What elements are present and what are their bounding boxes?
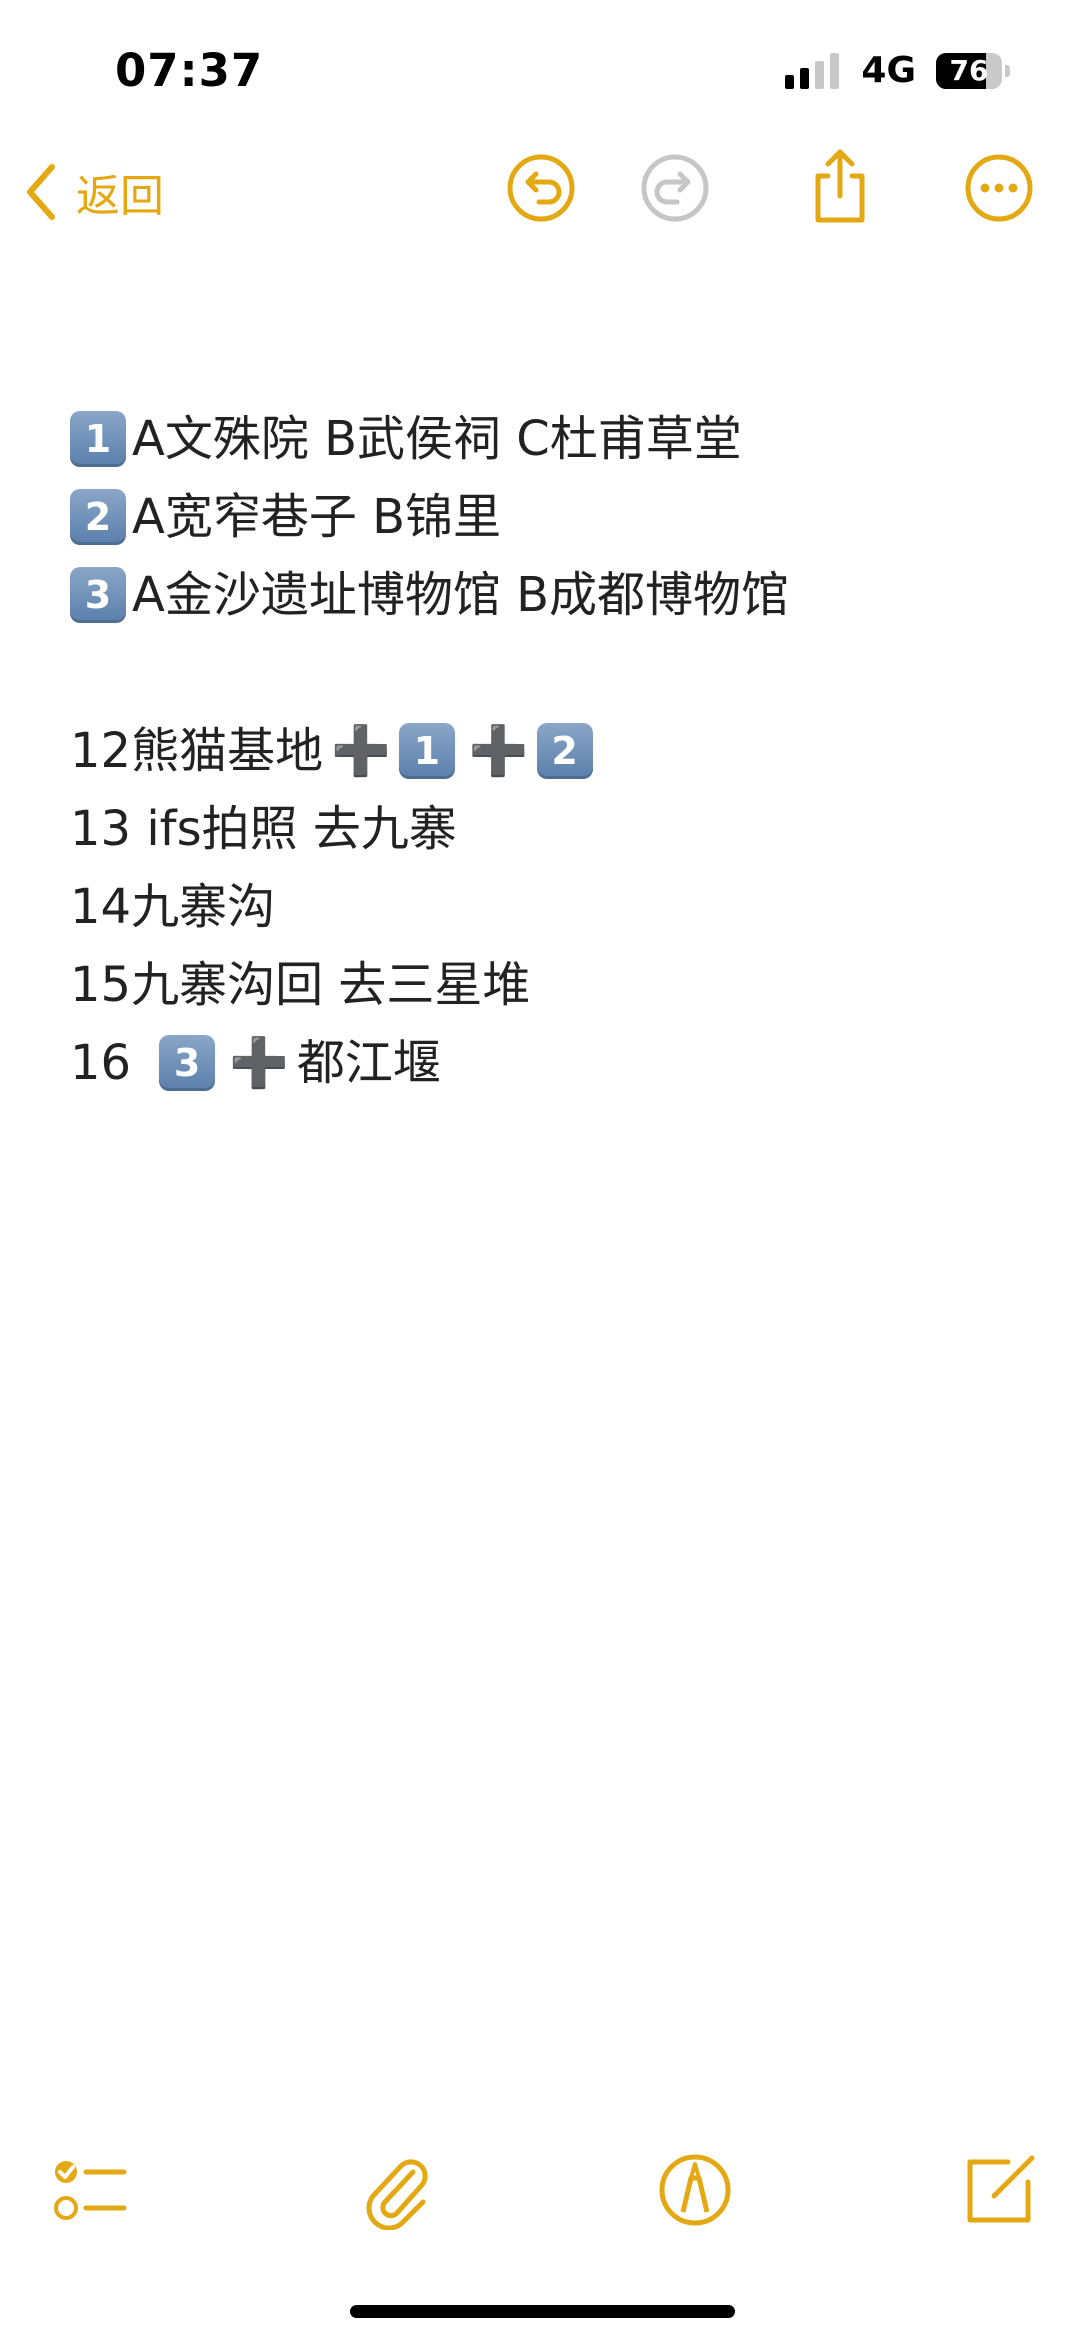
checklist-icon[interactable] xyxy=(50,2150,130,2230)
battery-icon: 76 xyxy=(936,52,1002,89)
keycap-1-icon: 1 xyxy=(398,723,455,779)
keycap-1-icon: 1 xyxy=(70,411,126,467)
battery-tip xyxy=(1005,64,1010,77)
note-text: 15九寨沟回 去三星堆 xyxy=(70,957,531,1013)
plus-icon: ➕ xyxy=(468,723,529,779)
cellular-signal-icon xyxy=(785,52,840,89)
note-line-3: 3 A金沙遗址博物馆 B成都博物馆 xyxy=(70,556,1020,634)
battery-percent: 76 xyxy=(949,53,989,87)
keycap-3-icon: 3 xyxy=(70,567,126,623)
home-indicator xyxy=(350,2305,735,2318)
more-icon[interactable] xyxy=(963,152,1035,224)
note-line-8: 16 3 ➕ 都江堰 xyxy=(70,1024,1020,1102)
note-line-1: 1 A文殊院 B武侯祠 C杜甫草堂 xyxy=(70,400,1020,478)
notes-screen: 07:37 4G 76 返回 1 A文殊院 B武侯祠 C杜甫草堂 2 A宽窄巷子… xyxy=(0,0,1080,2337)
note-line-7: 15九寨沟回 去三星堆 xyxy=(70,946,1020,1024)
chevron-left-icon xyxy=(27,164,55,220)
note-line-2: 2 A宽窄巷子 B锦里 xyxy=(70,478,1020,556)
plus-icon: ➕ xyxy=(229,1035,289,1091)
plus-icon: ➕ xyxy=(331,723,391,779)
redo-icon[interactable] xyxy=(639,152,711,224)
note-text: 16 xyxy=(70,1035,132,1091)
back-label: 返回 xyxy=(76,171,164,222)
back-button[interactable]: 返回 xyxy=(24,160,164,224)
note-text: 14九寨沟 xyxy=(70,879,276,935)
undo-icon[interactable] xyxy=(505,152,577,224)
compose-icon[interactable] xyxy=(960,2150,1040,2230)
note-text: 12熊猫基地 xyxy=(70,723,324,779)
note-text: A宽窄巷子 B锦里 xyxy=(132,489,502,545)
note-line-5: 13 ifs拍照 去九寨 xyxy=(70,790,1020,868)
status-indicators: 4G 76 xyxy=(785,50,1010,91)
network-type: 4G xyxy=(861,50,916,91)
note-text: 都江堰 xyxy=(296,1035,441,1091)
note-text: A文殊院 B武侯祠 C杜甫草堂 xyxy=(132,411,742,467)
note-line-4: 12熊猫基地 ➕ 1 ➕ 2 xyxy=(70,712,1020,790)
markup-pen-icon[interactable] xyxy=(655,2150,735,2230)
note-body[interactable]: 1 A文殊院 B武侯祠 C杜甫草堂 2 A宽窄巷子 B锦里 3 A金沙遗址博物馆… xyxy=(70,400,1020,1102)
keycap-2-icon: 2 xyxy=(70,489,126,545)
note-line-6: 14九寨沟 xyxy=(70,868,1020,946)
note-text: A金沙遗址博物馆 B成都博物馆 xyxy=(132,567,790,623)
share-icon[interactable] xyxy=(804,146,876,226)
status-time: 07:37 xyxy=(115,44,264,97)
note-text: 13 ifs拍照 去九寨 xyxy=(70,801,457,857)
keycap-3-icon: 3 xyxy=(159,1035,216,1091)
keycap-2-icon: 2 xyxy=(536,723,593,779)
paperclip-icon[interactable] xyxy=(355,2150,435,2230)
